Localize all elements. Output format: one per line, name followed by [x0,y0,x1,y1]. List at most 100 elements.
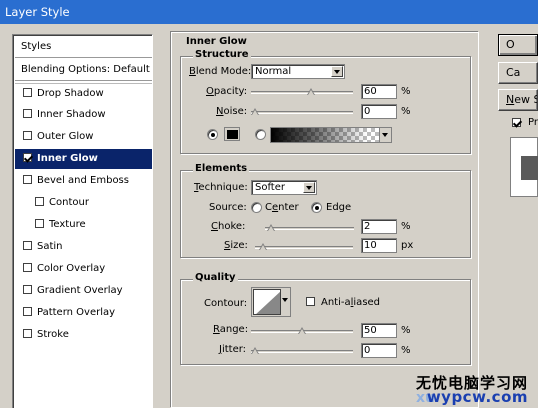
style-item-satin[interactable]: Satin [15,237,152,257]
size-slider[interactable] [255,246,353,249]
choke-slider[interactable] [265,227,354,230]
choke-input[interactable]: 2 [361,219,397,234]
preview-checkbox[interactable] [512,118,521,127]
blend-mode-value: Normal [255,66,292,77]
choke-unit: % [401,221,411,232]
chevron-down-icon[interactable] [282,298,288,302]
style-item-label: Inner Glow [37,153,98,164]
new-style-button[interactable]: New S [498,89,538,111]
window-title-bar: Layer Style [0,0,538,24]
style-item-checkbox[interactable] [23,263,32,272]
anti-aliased-label[interactable]: Anti-aliased [321,297,380,308]
ok-button[interactable]: O [498,34,538,56]
style-item-color-overlay[interactable]: Color Overlay [15,259,152,279]
style-item-checkbox[interactable] [23,285,32,294]
glow-color-fill [227,130,238,139]
style-item-label: Texture [49,219,86,230]
elements-group-title: Elements [193,163,250,174]
style-item-inner-glow[interactable]: Inner Glow [15,149,152,169]
source-edge-label[interactable]: Edge [326,202,351,213]
jitter-unit: % [401,345,411,356]
style-item-outer-glow[interactable]: Outer Glow [15,127,152,147]
range-slider-thumb[interactable] [298,327,306,334]
gradient-picker[interactable] [270,127,392,143]
choke-label: Choke: [211,221,246,232]
jitter-input[interactable]: 0 [361,343,397,358]
style-item-label: Bevel and Emboss [37,175,129,186]
anti-aliased-checkbox[interactable] [306,297,315,306]
opacity-slider[interactable] [251,91,353,94]
jitter-label-text: itter: [221,344,247,355]
style-item-label: Outer Glow [37,131,94,142]
source-center-label[interactable]: Center [265,202,299,213]
contour-preview [253,289,281,315]
watermark-url: wypcw.com [426,388,528,406]
technique-value: Softer [255,182,285,193]
style-item-pattern-overlay[interactable]: Pattern Overlay [15,303,152,323]
technique-label: Technique: [194,182,248,193]
blend-mode-select[interactable]: Normal [251,64,345,79]
source-label: Source: [209,202,247,213]
style-item-contour[interactable]: Contour [15,193,152,213]
style-item-drop-shadow[interactable]: Drop Shadow [15,83,152,103]
blend-mode-label: Blend Mode: [189,66,252,77]
chevron-down-icon[interactable] [303,182,315,193]
blending-options-item[interactable]: Blending Options: Default [15,59,152,81]
style-item-checkbox[interactable] [23,153,32,162]
style-item-checkbox[interactable] [23,329,32,338]
technique-select[interactable]: Softer [251,180,317,195]
opacity-slider-thumb[interactable] [307,88,316,95]
style-item-checkbox[interactable] [35,219,44,228]
contour-picker[interactable] [251,287,291,317]
opacity-input[interactable]: 60 [361,84,397,99]
glow-color-swatch[interactable] [224,127,240,141]
noise-slider[interactable] [251,111,353,114]
size-label-text: ize: [230,240,248,251]
style-item-stroke[interactable]: Stroke [15,325,152,345]
gradient-radio[interactable] [255,129,266,140]
structure-group-title: Structure [193,49,251,60]
style-item-label: Inner Shadow [37,109,106,120]
size-input[interactable]: 10 [361,238,397,253]
style-item-label: Satin [37,241,63,252]
source-center-radio[interactable] [251,202,262,213]
preview-label[interactable]: Pr [528,117,538,128]
chevron-down-icon[interactable] [379,128,391,142]
jitter-slider-thumb[interactable] [251,347,259,354]
technique-label-text: echnique: [198,182,248,193]
style-item-texture[interactable]: Texture [15,215,152,235]
source-edge-radio[interactable] [311,202,322,213]
noise-unit: % [401,106,411,117]
style-item-checkbox[interactable] [23,307,32,316]
size-slider-thumb[interactable] [258,243,267,250]
choke-label-text: hoke: [217,221,246,232]
style-item-checkbox[interactable] [23,109,32,118]
style-item-bevel-and-emboss[interactable]: Bevel and Emboss [15,171,152,191]
blend-mode-label-text: lend Mode: [195,66,252,77]
opacity-label: Opacity: [206,86,248,97]
style-item-checkbox[interactable] [35,197,44,206]
cancel-button[interactable]: Ca [498,62,538,84]
styles-list-header[interactable]: Styles [15,36,152,58]
style-item-checkbox[interactable] [23,241,32,250]
noise-slider-thumb[interactable] [251,108,259,115]
chevron-down-icon[interactable] [331,66,343,77]
style-item-label: Drop Shadow [37,88,104,99]
range-input[interactable]: 50 [361,323,397,338]
range-label-text: ange: [219,324,249,335]
style-item-label: Pattern Overlay [37,307,116,318]
size-unit: px [401,240,414,251]
style-item-checkbox[interactable] [23,88,32,97]
style-item-label: Color Overlay [37,263,106,274]
style-item-gradient-overlay[interactable]: Gradient Overlay [15,281,152,301]
styles-list: Styles Blending Options: Default Drop Sh… [12,34,153,408]
solid-color-radio[interactable] [207,129,218,140]
style-item-inner-shadow[interactable]: Inner Shadow [15,105,152,125]
contour-label: Contour: [204,298,248,309]
style-item-checkbox[interactable] [23,131,32,140]
style-item-checkbox[interactable] [23,175,32,184]
noise-input[interactable]: 0 [361,104,397,119]
choke-slider-thumb[interactable] [266,224,275,231]
jitter-slider[interactable] [251,350,353,353]
noise-label: Noise: [216,106,248,117]
